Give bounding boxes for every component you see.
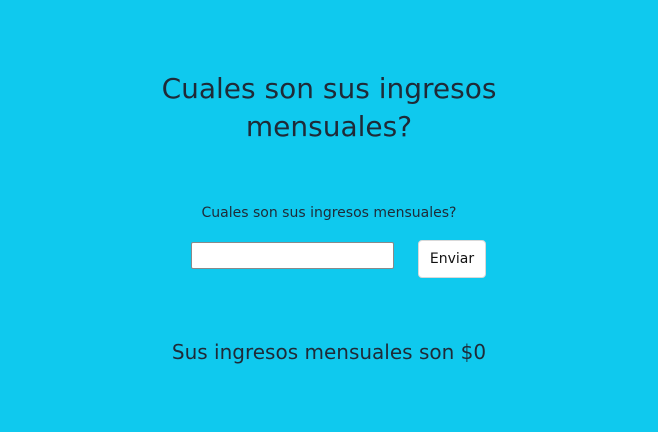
submit-button[interactable]: Enviar xyxy=(418,240,486,278)
income-input[interactable] xyxy=(191,242,394,269)
income-prompt-label: Cuales son sus ingresos mensuales? xyxy=(201,205,457,221)
page-container: Cuales son sus ingresos mensuales? Cuale… xyxy=(0,0,658,432)
result-text: Sus ingresos mensuales son $0 xyxy=(171,340,487,364)
page-title: Cuales son sus ingresos mensuales? xyxy=(161,72,497,143)
